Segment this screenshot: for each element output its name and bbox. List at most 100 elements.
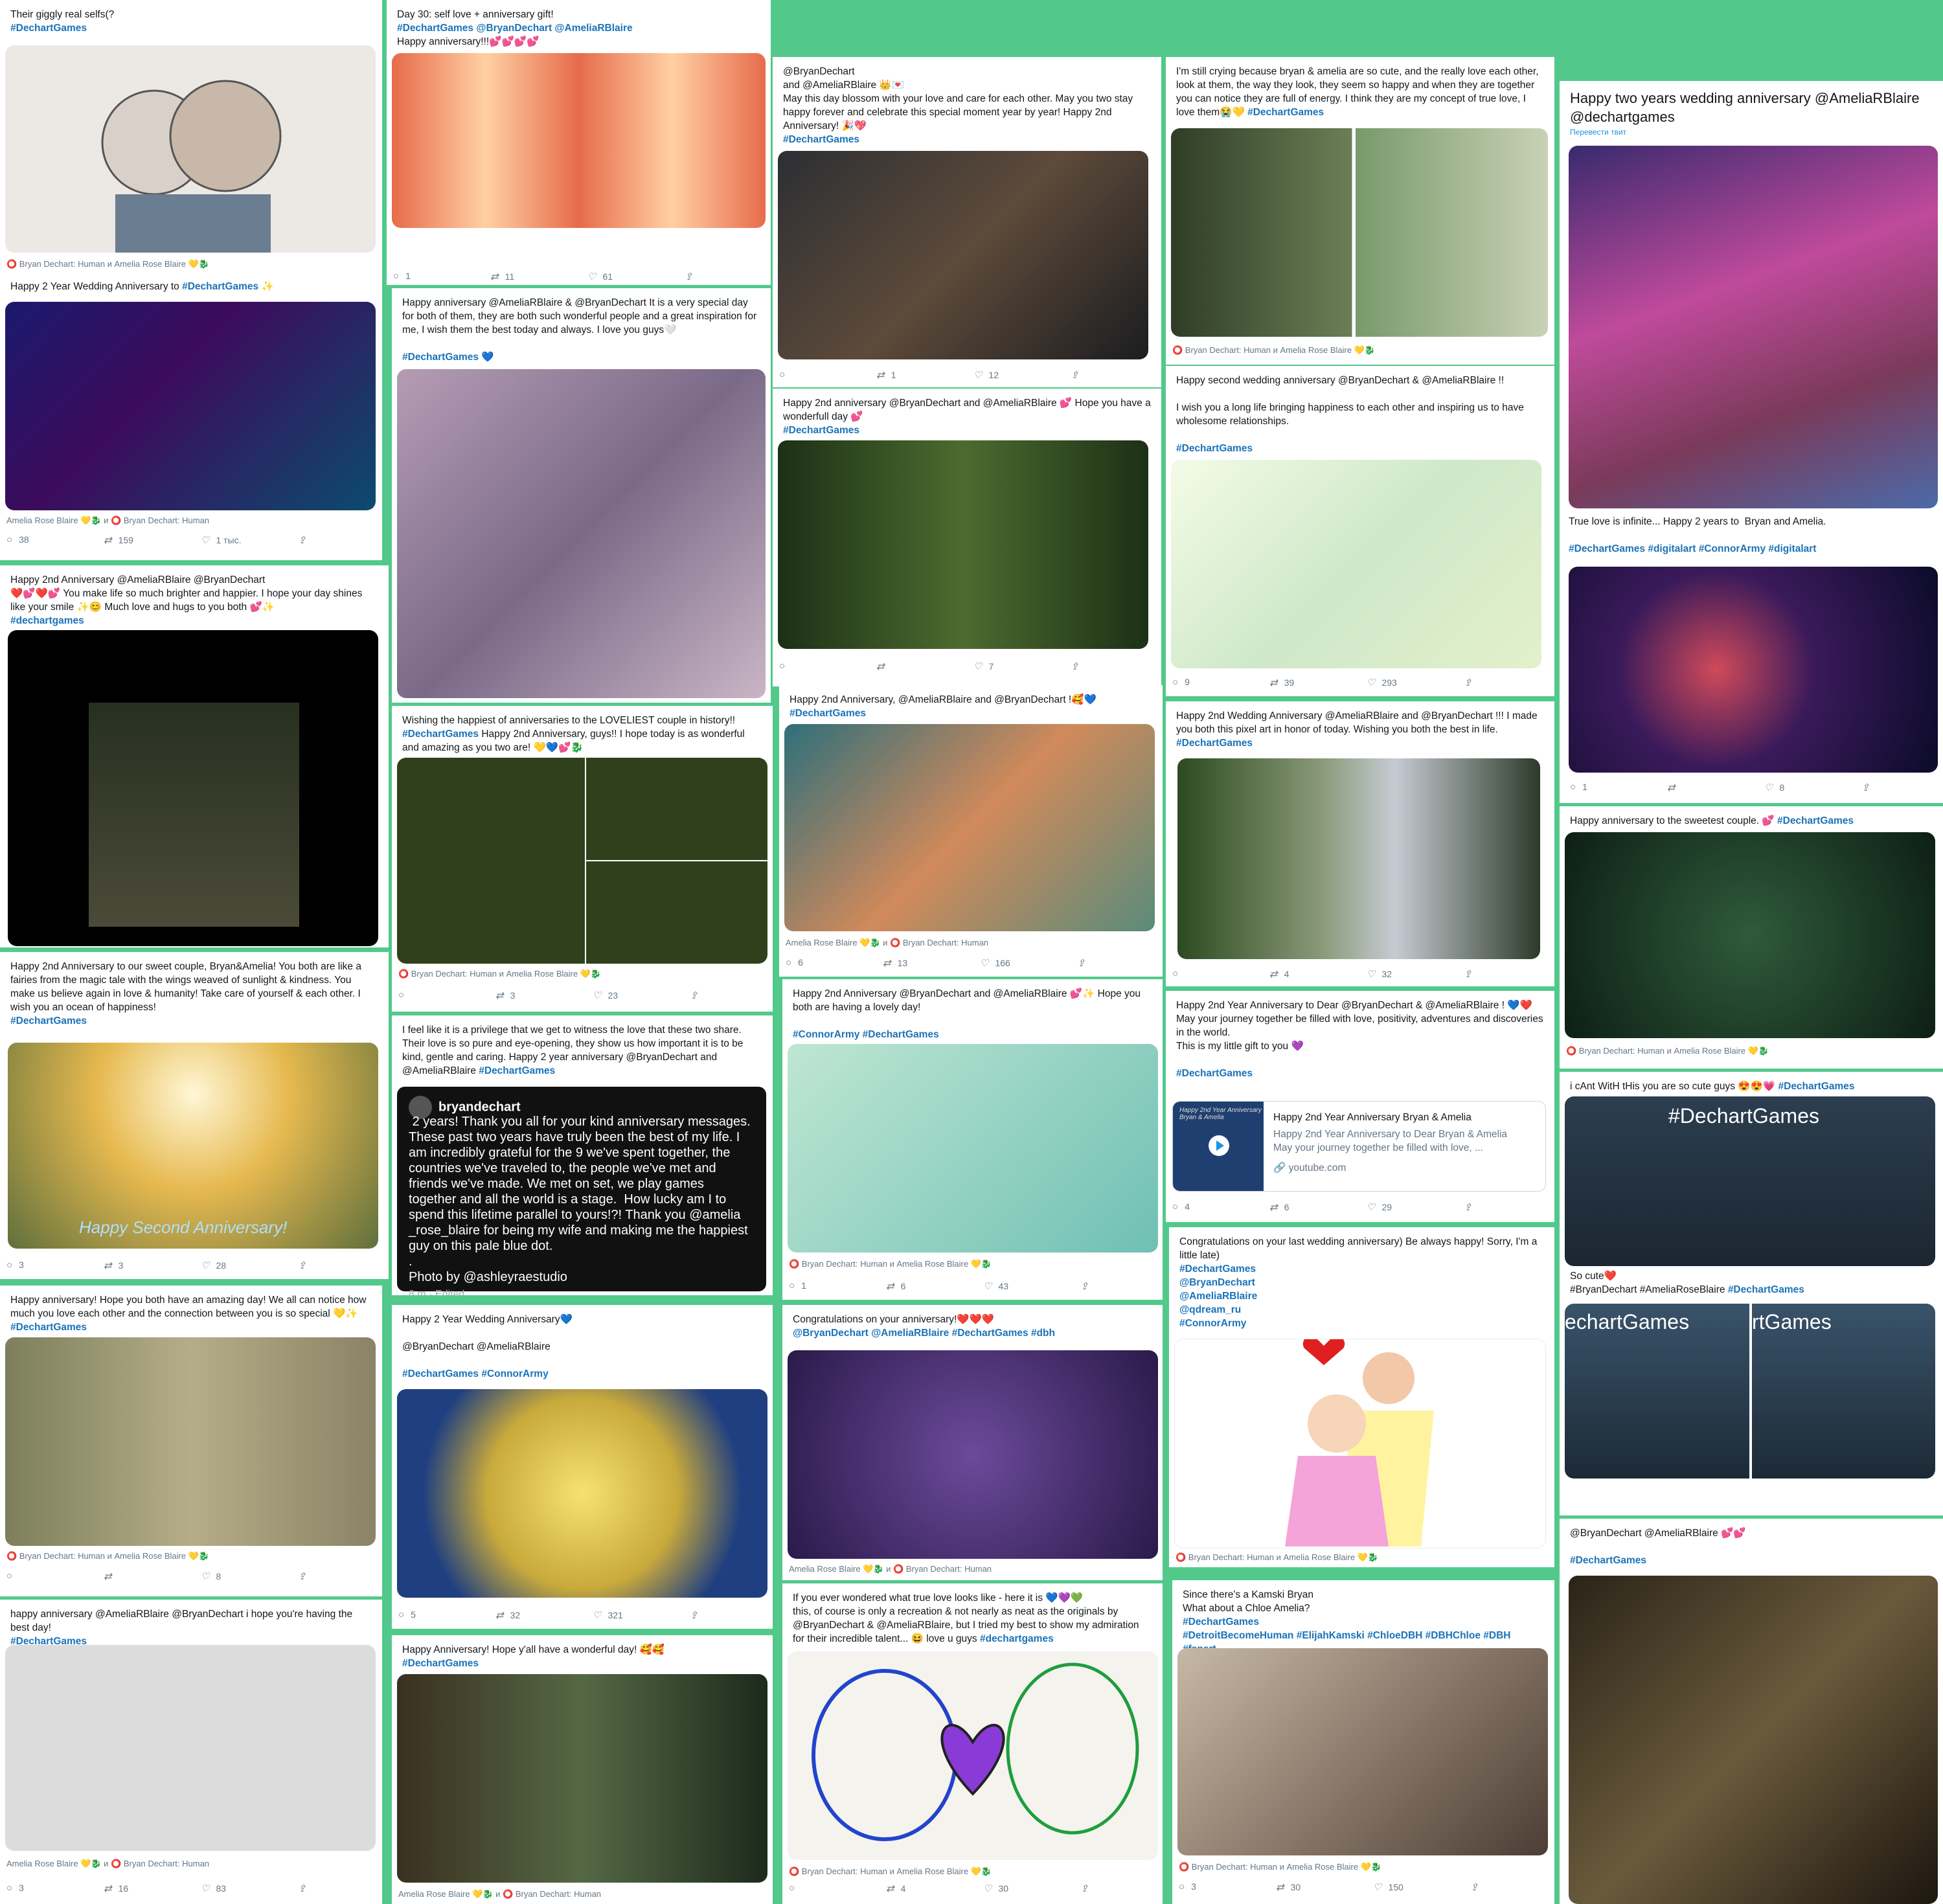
tweet-image[interactable] bbox=[397, 1389, 767, 1598]
tweet-image[interactable] bbox=[1569, 567, 1938, 773]
tweet-hashtags[interactable]: #DechartGames bbox=[10, 1322, 87, 1333]
reply-button[interactable]: ○ 3 bbox=[6, 1883, 104, 1894]
tweet-card[interactable]: Happy 2nd Wedding Anniversary @AmeliaRBl… bbox=[1166, 701, 1554, 986]
tweet-card[interactable]: Happy 2nd anniversary @BryanDechart and … bbox=[773, 389, 1161, 686]
tweet-card[interactable]: Happy anniversary @AmeliaRBlaire & @Brya… bbox=[392, 288, 771, 703]
reply-button[interactable]: ○ 1 bbox=[393, 271, 490, 282]
tweet-card[interactable]: @BryanDechart @AmeliaRBlaire 💕💕 #Dechart… bbox=[1560, 1519, 1943, 1904]
like-button[interactable]: ♡ 12 bbox=[973, 369, 1071, 381]
tweet-hashtags[interactable]: #DechartGames #ConnorArmy bbox=[402, 1368, 549, 1379]
tweet-image[interactable] bbox=[788, 1651, 1158, 1860]
share-button[interactable]: ⇪ bbox=[1861, 782, 1943, 793]
reply-button[interactable]: ○ bbox=[779, 369, 876, 381]
retweet-button[interactable]: ⇄ 6 bbox=[886, 1280, 983, 1292]
tweet-hashtags[interactable]: #DechartGames bbox=[790, 708, 866, 719]
like-button[interactable]: ♡ 7 bbox=[973, 661, 1071, 672]
tweet-card[interactable]: Their giggly real selfs(? #DechartGames … bbox=[0, 0, 382, 272]
reply-button[interactable]: ○ 1 bbox=[1570, 782, 1667, 793]
share-button[interactable]: ⇪ bbox=[1080, 1883, 1163, 1894]
tweet-image[interactable] bbox=[397, 1674, 767, 1883]
share-button[interactable]: ⇪ bbox=[298, 534, 382, 546]
tweet-card[interactable]: Happy 2nd Anniversary @AmeliaRBlaire @Br… bbox=[0, 565, 389, 947]
tweet-card[interactable]: Happy 2nd Anniversary to our sweet coupl… bbox=[0, 952, 389, 1279]
reply-button[interactable]: ○ bbox=[779, 661, 876, 672]
tweet-image[interactable] bbox=[5, 45, 376, 253]
tweet-card[interactable]: Congratulations on your last wedding ann… bbox=[1169, 1227, 1554, 1567]
share-button[interactable]: ⇪ bbox=[1071, 661, 1161, 672]
tweet-hashtags[interactable]: #ConnorArmy #DechartGames bbox=[793, 1029, 939, 1040]
tweet-hashtags[interactable]: #DechartGames bbox=[1176, 738, 1253, 749]
tweet-hashtags[interactable]: #DechartGames bbox=[783, 425, 859, 436]
media-tags[interactable]: ⭕ Bryan Dechart: Human и Amelia Rose Bla… bbox=[789, 1259, 992, 1269]
share-button[interactable]: ⇪ bbox=[298, 1883, 382, 1894]
like-button[interactable]: ♡ 28 bbox=[201, 1260, 298, 1271]
retweet-button[interactable]: ⇄ bbox=[104, 1570, 201, 1582]
tweet-card[interactable]: Happy two years wedding anniversary @Ame… bbox=[1560, 81, 1943, 803]
tweet-card[interactable]: Happy second wedding anniversary @BryanD… bbox=[1166, 366, 1554, 696]
tweet-hashtags[interactable]: #DechartGames bbox=[783, 134, 859, 145]
media-tags[interactable]: ⭕ Bryan Dechart: Human и Amelia Rose Bla… bbox=[398, 969, 601, 979]
media-tags[interactable]: Amelia Rose Blaire 💛🐉 и ⭕ Bryan Dechart:… bbox=[786, 938, 988, 948]
media-tags[interactable]: Amelia Rose Blaire 💛🐉 и ⭕ Bryan Dechart:… bbox=[6, 516, 209, 526]
retweet-button[interactable]: ⇄ 39 bbox=[1269, 677, 1367, 688]
tweet-image[interactable] bbox=[784, 724, 1155, 931]
reply-button[interactable]: ○ 1 bbox=[789, 1280, 886, 1292]
tweet-card[interactable]: I feel like it is a privilege that we ge… bbox=[392, 1015, 773, 1295]
share-button[interactable]: ⇪ bbox=[1464, 677, 1554, 688]
tweet-image[interactable] bbox=[1569, 146, 1938, 508]
instagram-username[interactable]: bryandechart bbox=[438, 1100, 521, 1114]
tweet-card[interactable]: Happy 2 Year Wedding Anniversary💙 @Bryan… bbox=[392, 1305, 773, 1629]
media-tags[interactable]: Amelia Rose Blaire 💛🐉 и ⭕ Bryan Dechart:… bbox=[789, 1564, 992, 1574]
retweet-button[interactable]: ⇄ 16 bbox=[104, 1883, 201, 1894]
reply-button[interactable]: ○ 5 bbox=[398, 1609, 495, 1621]
reply-button[interactable]: ○ bbox=[6, 1570, 104, 1582]
retweet-button[interactable]: ⇄ 30 bbox=[1276, 1881, 1373, 1893]
tweet-video[interactable] bbox=[8, 630, 378, 946]
tweet-card[interactable]: happy anniversary @AmeliaRBlaire @BryanD… bbox=[0, 1600, 382, 1904]
instagram-post[interactable]: bryandechart 2 years! Thank you all for … bbox=[397, 1087, 766, 1295]
tweet-image[interactable] bbox=[1565, 832, 1935, 1038]
tweet-card[interactable]: Congratulations on your anniversary!❤️❤️… bbox=[782, 1305, 1163, 1580]
tweet-card[interactable]: Since there's a Kamski Bryan What about … bbox=[1172, 1580, 1554, 1904]
tweet-image[interactable] bbox=[397, 369, 766, 698]
tweet-image[interactable] bbox=[1174, 1339, 1546, 1548]
tweet-card[interactable]: Happy 2 Year Wedding Anniversary to #Dec… bbox=[0, 272, 382, 560]
tweet-hashtags[interactable]: #DechartGames @BryanDechart @AmeliaRBlai… bbox=[397, 23, 633, 34]
tweet-hashtags[interactable]: #DechartGames bbox=[1247, 107, 1324, 118]
share-button[interactable]: ⇪ bbox=[1071, 369, 1161, 381]
tweet-hashtags[interactable]: #DechartGames bbox=[1176, 1068, 1253, 1079]
tweet-image[interactable] bbox=[1171, 128, 1548, 337]
translate-link[interactable]: Перевести твит bbox=[1570, 128, 1933, 137]
tweet-hashtags[interactable]: #DechartGames bbox=[10, 23, 87, 34]
media-tags[interactable]: ⭕ Bryan Dechart: Human и Amelia Rose Bla… bbox=[1172, 345, 1375, 356]
media-tags[interactable]: ⭕ Bryan Dechart: Human и Amelia Rose Bla… bbox=[6, 259, 209, 269]
tweet-video[interactable]: rtGames bbox=[1752, 1304, 1935, 1479]
tweet-hashtags[interactable]: #DechartGames bbox=[1778, 1081, 1855, 1092]
like-button[interactable]: ♡ 83 bbox=[201, 1883, 298, 1894]
like-button[interactable]: ♡ 43 bbox=[983, 1280, 1080, 1292]
tweet-card[interactable]: Happy Anniversary! Hope y'all have a won… bbox=[392, 1635, 773, 1904]
retweet-button[interactable]: ⇄ bbox=[876, 661, 973, 672]
tweet-hashtags[interactable]: #DechartGames bbox=[402, 1658, 479, 1669]
reply-button[interactable]: ○ 4 bbox=[1172, 1201, 1269, 1213]
like-button[interactable]: ♡ 166 bbox=[980, 957, 1077, 969]
like-button[interactable]: ♡ 61 bbox=[587, 271, 685, 282]
tweet-hashtags[interactable]: #DechartGames bbox=[1777, 815, 1854, 826]
tweet-card[interactable]: Happy 2nd Anniversary, @AmeliaRBlaire an… bbox=[779, 685, 1163, 977]
like-button[interactable]: ♡ 29 bbox=[1367, 1201, 1464, 1213]
retweet-button[interactable]: ⇄ 11 bbox=[490, 271, 587, 282]
share-button[interactable]: ⇪ bbox=[1464, 1201, 1554, 1213]
retweet-button[interactable]: ⇄ 13 bbox=[883, 957, 980, 969]
tweet-image[interactable] bbox=[778, 440, 1148, 649]
reply-button[interactable]: ○ bbox=[789, 1883, 886, 1894]
tweet-hashtags[interactable]: #DechartGames @BryanDechart @AmeliaRBlai… bbox=[1179, 1264, 1257, 1329]
tweet-card[interactable]: Happy 2nd Anniversary @BryanDechart and … bbox=[782, 979, 1163, 1300]
share-button[interactable]: ⇪ bbox=[1077, 957, 1163, 969]
tweet-image[interactable] bbox=[778, 151, 1148, 359]
retweet-button[interactable]: ⇄ 6 bbox=[1269, 1201, 1367, 1213]
tweet-video[interactable] bbox=[1569, 1576, 1938, 1904]
tweet-image[interactable] bbox=[5, 302, 376, 510]
tweet-image[interactable]: Happy Second Anniversary! bbox=[8, 1043, 378, 1249]
tweet-image[interactable] bbox=[5, 1337, 376, 1546]
media-tags[interactable]: ⭕ Bryan Dechart: Human и Amelia Rose Bla… bbox=[1566, 1046, 1769, 1056]
